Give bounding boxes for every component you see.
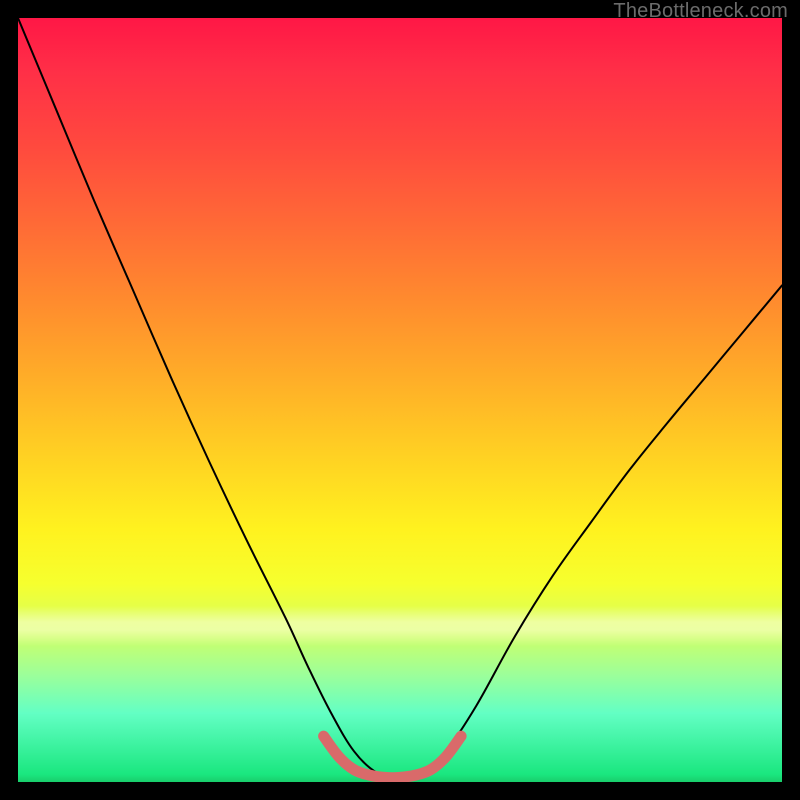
curve-layer: [18, 18, 782, 782]
watermark-text: TheBottleneck.com: [613, 0, 788, 23]
bottleneck-curve: [18, 18, 782, 778]
bottom-highlight-curve: [324, 736, 462, 778]
chart-frame: TheBottleneck.com: [0, 0, 800, 800]
plot-area: [18, 18, 782, 782]
